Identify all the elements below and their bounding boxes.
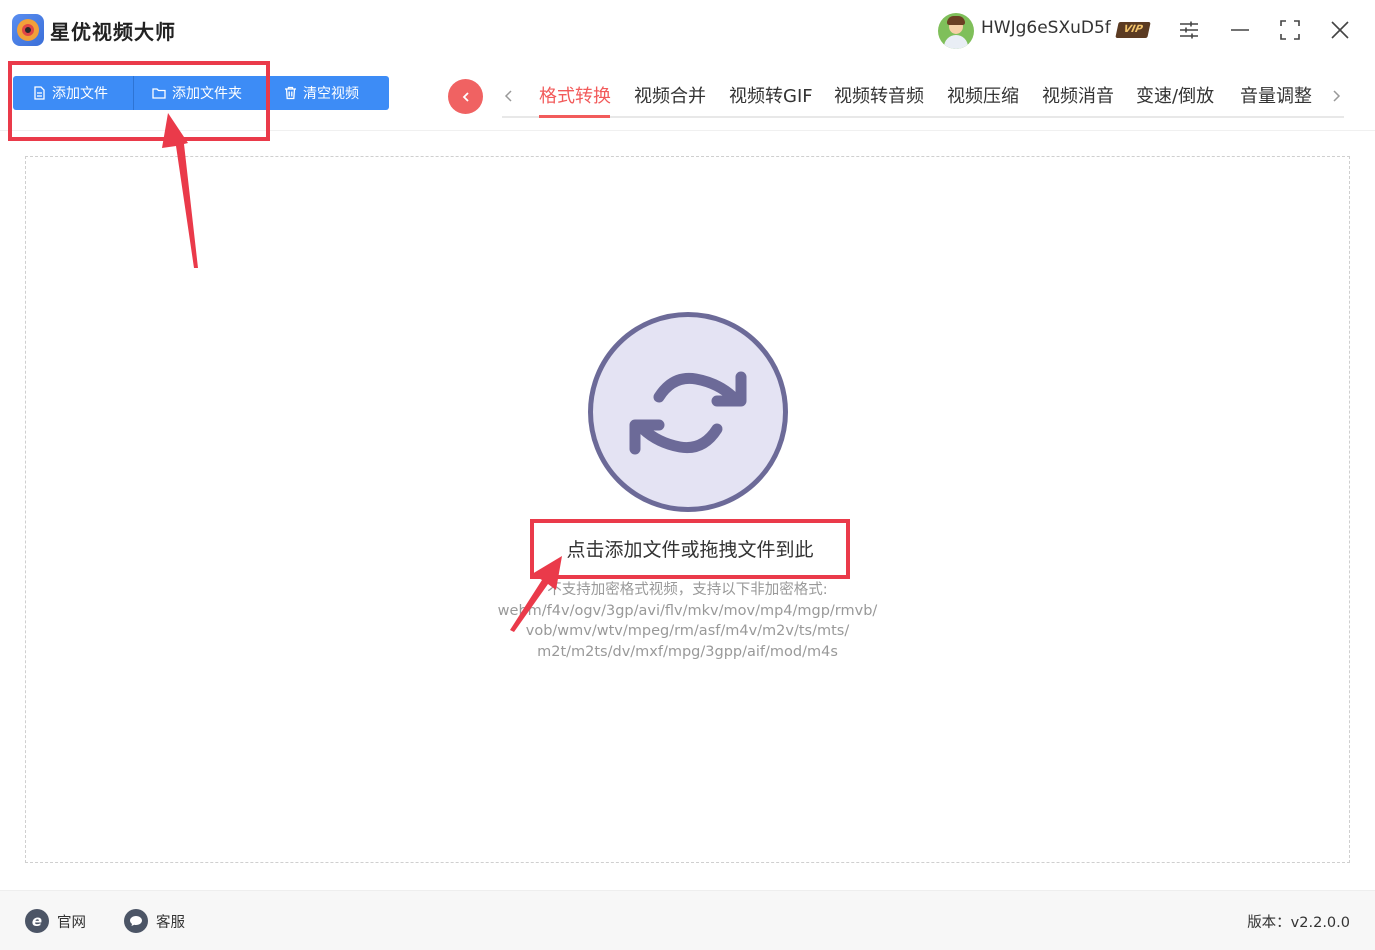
chat-bubble-icon bbox=[124, 909, 148, 933]
website-label: 官网 bbox=[57, 914, 86, 931]
annotation-arrow-toolbar bbox=[162, 113, 198, 268]
support-label: 客服 bbox=[156, 914, 185, 931]
footer: e 官网 客服 版本：v2.2.0.0 bbox=[0, 890, 1375, 950]
version-text: 版本：v2.2.0.0 bbox=[1247, 915, 1350, 931]
website-link[interactable]: e 官网 bbox=[25, 909, 86, 933]
support-link[interactable]: 客服 bbox=[124, 909, 185, 933]
annotation-arrows bbox=[162, 113, 562, 632]
annotation-arrow-dropzone bbox=[510, 556, 562, 632]
ie-icon: e bbox=[25, 909, 49, 933]
